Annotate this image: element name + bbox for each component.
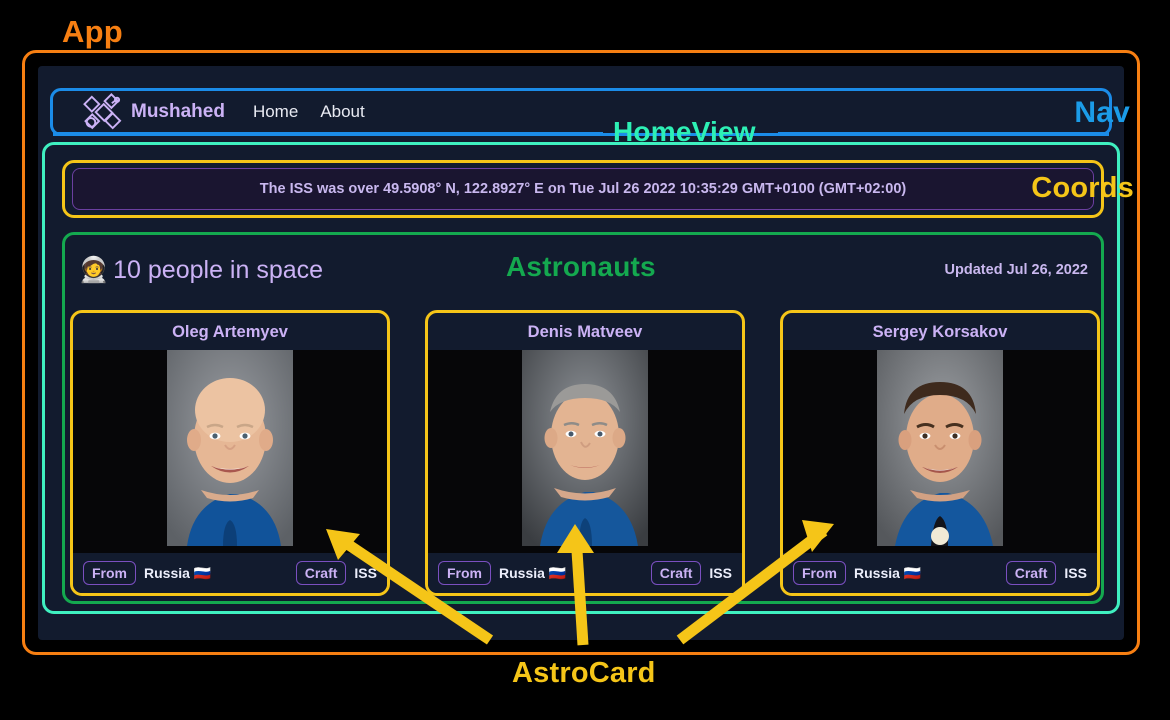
astronaut-emoji-icon: 🧑‍🚀 (78, 255, 110, 284)
craft-value: ISS (1064, 565, 1087, 581)
annotation-label-astrocard: AstroCard (512, 657, 656, 689)
nav-link-home[interactable]: Home (253, 102, 298, 122)
annotation-rule-right (778, 132, 1109, 136)
astro-card[interactable]: Denis Matveev From Russia 🇷🇺 Craft ISS (425, 310, 745, 596)
brand-name[interactable]: Mushahed (131, 101, 225, 123)
craft-badge: Craft (1005, 561, 1057, 585)
astronaut-photo-container (783, 350, 1097, 553)
astronaut-photo (877, 350, 1003, 546)
updated-timestamp: Updated Jul 26, 2022 (944, 262, 1088, 278)
from-value: Russia 🇷🇺 (499, 564, 567, 581)
from-group: From Russia 🇷🇺 (793, 561, 921, 585)
astronaut-name: Sergey Korsakov (872, 323, 1008, 341)
craft-badge: Craft (295, 561, 347, 585)
astro-card[interactable]: Oleg Artemyev From Russia 🇷🇺 Craft ISS (70, 310, 390, 596)
annotation-label-astronauts: Astronauts (506, 251, 656, 282)
astro-card[interactable]: Sergey Korsakov From Russia 🇷🇺 Craft ISS (780, 310, 1100, 596)
astronaut-photo (522, 350, 648, 546)
annotation-label-homeview: HomeView (613, 116, 756, 147)
annotation-label-nav: Nav (1074, 96, 1130, 129)
astro-card-footer: From Russia 🇷🇺 Craft ISS (783, 553, 1097, 593)
from-badge: From (83, 561, 136, 585)
coords-text: The ISS was over 49.5908° N, 122.8927° E… (259, 181, 907, 197)
from-value: Russia 🇷🇺 (144, 564, 212, 581)
annotation-label-app: App (62, 14, 123, 49)
from-value: Russia 🇷🇺 (854, 564, 922, 581)
craft-value: ISS (709, 565, 732, 581)
satellite-icon (83, 92, 125, 132)
annotation-label-coords: Coords (1031, 172, 1134, 204)
astronaut-card-list: Oleg Artemyev From Russia 🇷🇺 Craft ISS D… (70, 310, 1102, 596)
people-count-label: 10 people in space (113, 255, 324, 284)
craft-group: Craft ISS (650, 561, 732, 585)
astronaut-photo (167, 350, 293, 546)
from-badge: From (793, 561, 846, 585)
from-group: From Russia 🇷🇺 (83, 561, 211, 585)
astro-card-footer: From Russia 🇷🇺 Craft ISS (428, 553, 742, 593)
craft-badge: Craft (650, 561, 702, 585)
craft-group: Craft ISS (295, 561, 377, 585)
nav-link-about[interactable]: About (320, 102, 364, 122)
people-in-space-count: 🧑‍🚀 10 people in space (78, 256, 323, 285)
craft-value: ISS (354, 565, 377, 581)
from-badge: From (438, 561, 491, 585)
astronaut-name: Oleg Artemyev (172, 323, 288, 341)
astro-card-footer: From Russia 🇷🇺 Craft ISS (73, 553, 387, 593)
coords-panel: The ISS was over 49.5908° N, 122.8927° E… (72, 168, 1094, 210)
craft-group: Craft ISS (1005, 561, 1087, 585)
astronaut-name: Denis Matveev (527, 323, 643, 341)
astronaut-photo-container (428, 350, 742, 553)
annotation-rule-left (53, 132, 603, 136)
astronaut-photo-container (73, 350, 387, 553)
screenshot-root: App Mushahed Home About Nav HomeView The… (0, 0, 1170, 720)
navbar[interactable]: Mushahed Home About (50, 88, 1112, 136)
from-group: From Russia 🇷🇺 (438, 561, 566, 585)
